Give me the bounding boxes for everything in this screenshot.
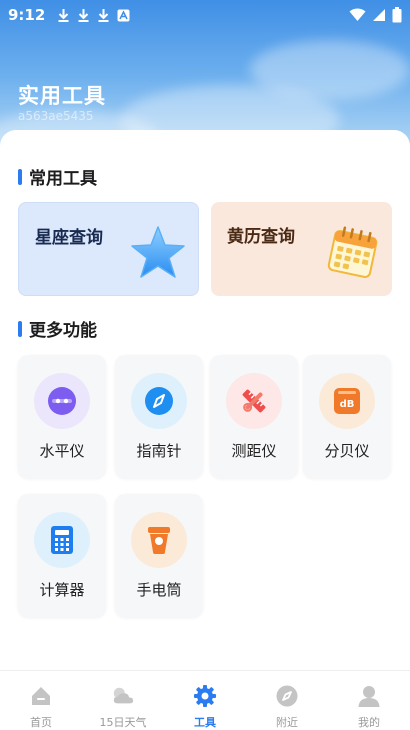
tool-label: 水平仪 xyxy=(39,442,85,460)
tool-compass[interactable]: 指南针 xyxy=(115,355,203,478)
tool-label: 计算器 xyxy=(39,581,85,599)
section-title-text: 更多功能 xyxy=(29,321,97,341)
almanac-query-card[interactable]: 黄历查询 xyxy=(211,202,392,296)
nearby-compass-icon xyxy=(275,684,299,708)
tab-label: 我的 xyxy=(358,716,380,729)
weather-icon xyxy=(111,684,135,708)
tab-label: 工具 xyxy=(194,716,216,729)
section-accent-bar xyxy=(18,168,22,185)
battery-icon xyxy=(392,7,402,23)
star-icon xyxy=(128,223,188,287)
status-bar: 9:12 xyxy=(0,0,410,30)
tool-label: 指南针 xyxy=(136,442,182,460)
tab-profile[interactable]: 我的 xyxy=(328,671,410,730)
bottom-tab-bar: 首页 15日天气 工具 附近 我的 xyxy=(0,670,410,730)
tab-15-day-weather[interactable]: 15日天气 xyxy=(82,671,164,730)
level-icon xyxy=(34,373,90,429)
page-subtitle: a563ae5435 xyxy=(18,109,94,123)
tab-label: 15日天气 xyxy=(99,716,147,729)
home-icon xyxy=(29,684,53,708)
decibel-icon: dB xyxy=(319,373,375,429)
almanac-query-label: 黄历查询 xyxy=(227,227,295,247)
tab-label: 附近 xyxy=(276,716,298,729)
tool-flashlight[interactable]: 手电筒 xyxy=(115,494,203,617)
constellation-query-label: 星座查询 xyxy=(35,228,103,248)
constellation-query-card[interactable]: 星座查询 xyxy=(18,202,199,296)
tool-level[interactable]: 水平仪 xyxy=(18,355,106,478)
flashlight-icon xyxy=(131,512,187,568)
tool-rangefinder[interactable]: 测距仪 xyxy=(210,355,298,478)
download-icon xyxy=(98,9,109,22)
section-title-more-features: 更多功能 xyxy=(18,316,97,341)
signal-icon xyxy=(373,9,385,21)
calculator-icon xyxy=(34,512,90,568)
tab-nearby[interactable]: 附近 xyxy=(246,671,328,730)
compass-icon xyxy=(131,373,187,429)
tool-decibel-meter[interactable]: dB 分贝仪 xyxy=(303,355,391,478)
tool-label: 测距仪 xyxy=(231,442,277,460)
status-time: 9:12 xyxy=(8,6,46,24)
tab-tools[interactable]: 工具 xyxy=(164,671,246,730)
tools-gear-icon xyxy=(193,684,217,708)
tool-label: 手电筒 xyxy=(136,581,182,599)
svg-text:dB: dB xyxy=(340,399,355,410)
tool-label: 分贝仪 xyxy=(324,442,370,460)
profile-icon xyxy=(357,684,381,708)
ruler-icon xyxy=(226,373,282,429)
download-icon xyxy=(78,9,89,22)
wifi-icon xyxy=(349,8,366,21)
download-icon xyxy=(58,9,69,22)
tool-calculator[interactable]: 计算器 xyxy=(18,494,106,617)
tab-home[interactable]: 首页 xyxy=(0,671,82,730)
app-notification-icon xyxy=(117,9,130,21)
page-title: 实用工具 xyxy=(18,84,106,108)
section-title-common-tools: 常用工具 xyxy=(18,164,97,189)
tab-label: 首页 xyxy=(30,716,52,729)
section-title-text: 常用工具 xyxy=(29,169,97,189)
tools-sheet: 常用工具 星座查询 黄历查询 更多功能 水平仪 指南针 测距仪 dB 分贝仪 计… xyxy=(0,130,410,670)
section-accent-bar xyxy=(18,320,22,337)
calendar-icon xyxy=(324,224,382,284)
